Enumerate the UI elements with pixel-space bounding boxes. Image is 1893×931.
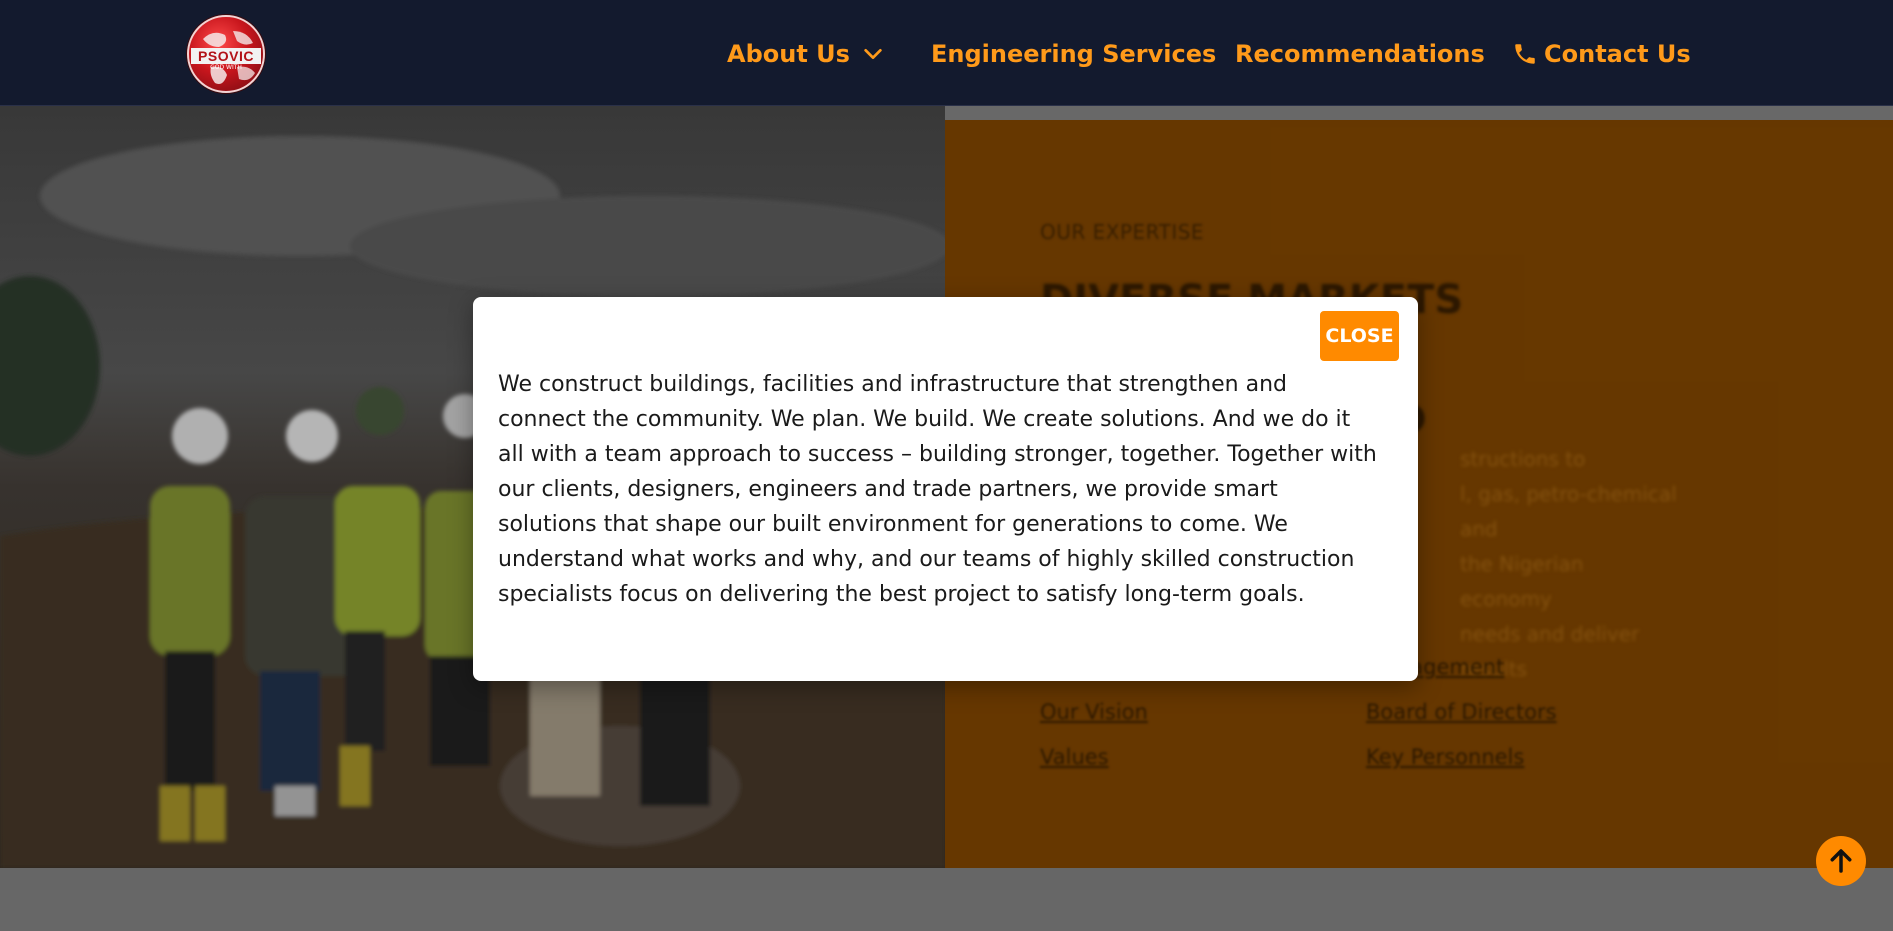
logo-subtext: GOD WITH xyxy=(210,64,242,71)
nav-recommendations-label: Recommendations xyxy=(1235,40,1485,68)
about-modal: CLOSE We construct buildings, facilities… xyxy=(473,297,1418,681)
nav-contact-us[interactable]: Contact Us xyxy=(1512,34,1691,74)
arrow-up-icon xyxy=(1830,849,1852,873)
site-header: PSOVIC GOD WITH About Us Engineering Ser… xyxy=(0,0,1893,106)
nav-engineering-services-label: Engineering Services xyxy=(931,40,1217,68)
expertise-eyebrow: OUR EXPERTISE xyxy=(1040,220,1205,244)
close-button[interactable]: CLOSE xyxy=(1320,311,1399,361)
nav-engineering-services[interactable]: Engineering Services xyxy=(931,34,1216,74)
link-key-personnels[interactable]: Key Personnels xyxy=(1366,745,1524,769)
modal-text: We construct buildings, facilities and i… xyxy=(498,372,1377,607)
logo-band: PSOVIC xyxy=(191,48,261,64)
link-board-of-directors[interactable]: Board of Directors xyxy=(1366,700,1557,724)
psovic-logo[interactable]: PSOVIC GOD WITH xyxy=(187,15,265,93)
footer-band xyxy=(0,868,1893,931)
phone-icon xyxy=(1515,44,1535,64)
nav-about-us-label: About Us xyxy=(727,40,850,68)
back-to-top-button[interactable] xyxy=(1816,836,1866,886)
nav-contact-us-label: Contact Us xyxy=(1544,40,1691,68)
logo-text: PSOVIC xyxy=(198,48,254,64)
chevron-down-icon xyxy=(864,48,882,60)
nav-recommendations[interactable]: Recommendations xyxy=(1235,34,1485,74)
link-values[interactable]: Values xyxy=(1040,745,1109,769)
nav-about-us[interactable]: About Us xyxy=(727,34,884,74)
link-our-vision[interactable]: Our Vision xyxy=(1040,700,1148,724)
